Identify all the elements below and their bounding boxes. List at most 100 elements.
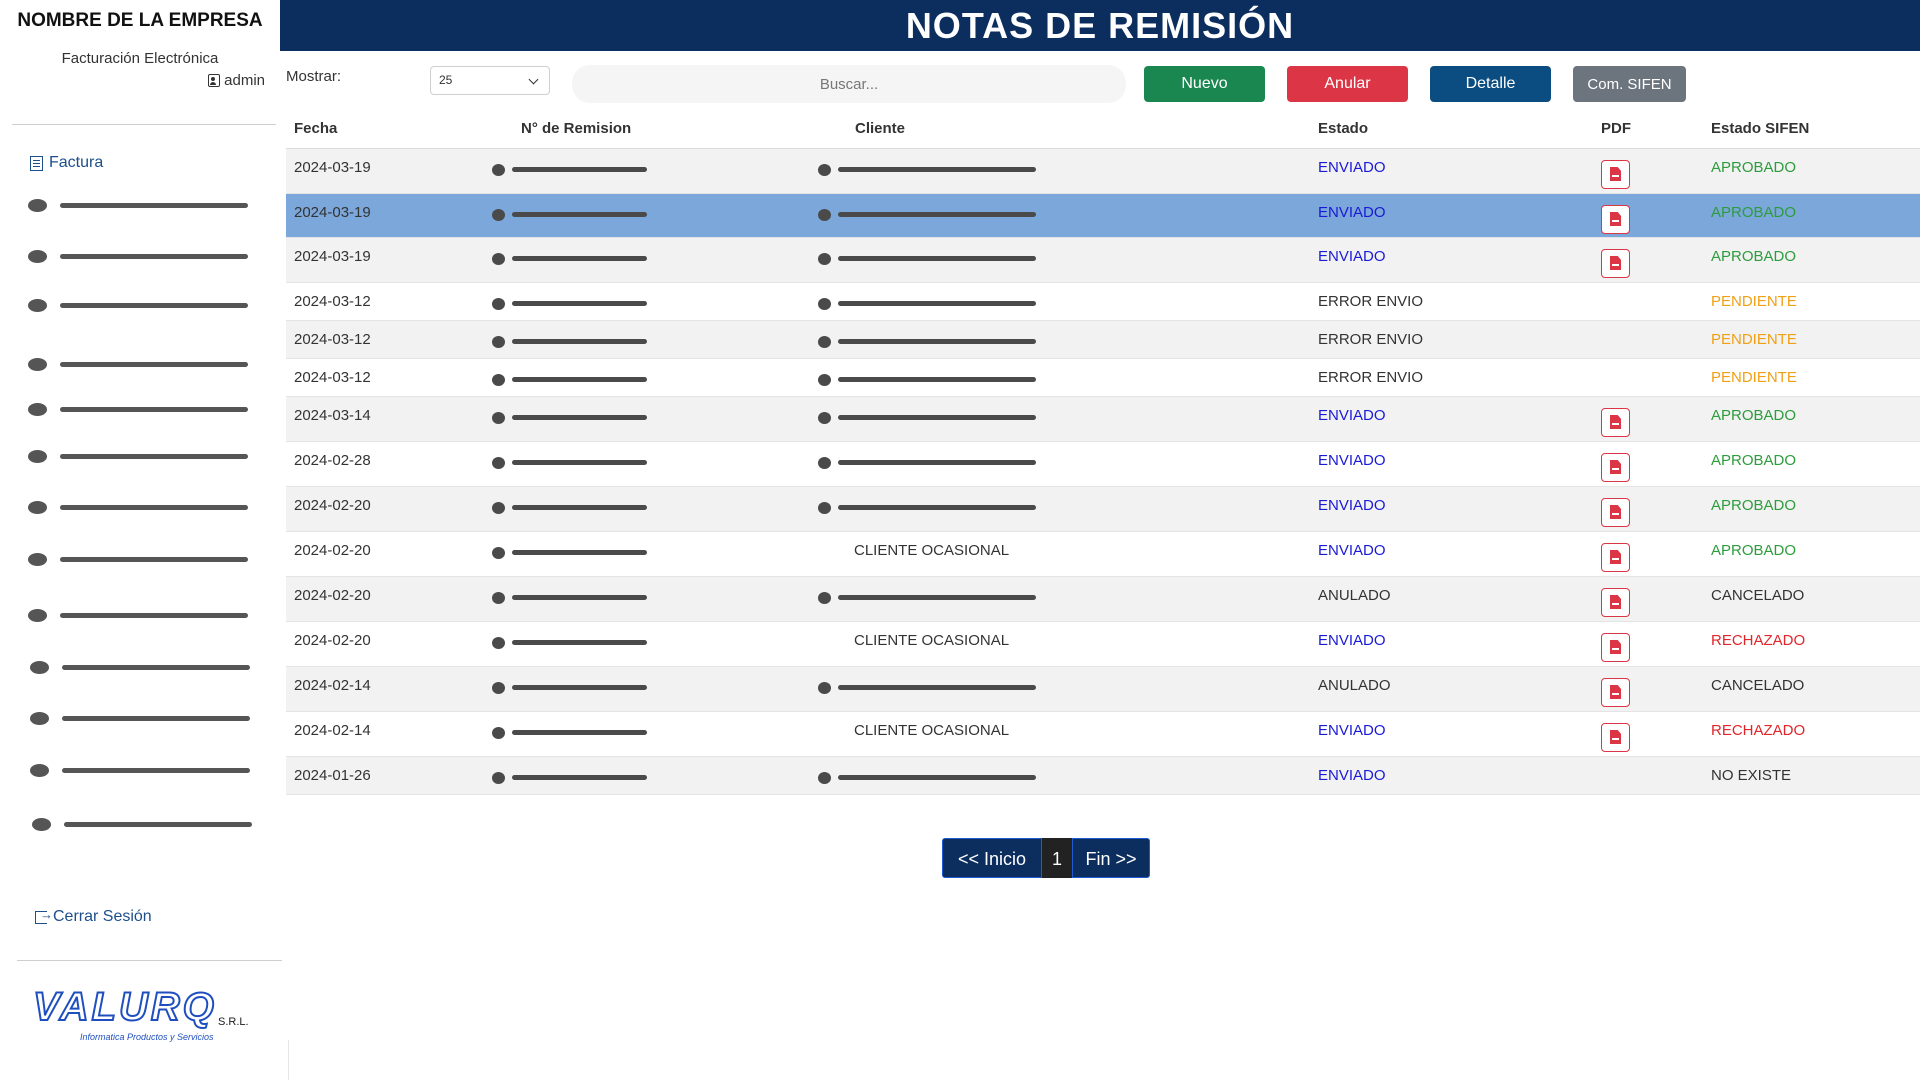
table-row[interactable]: 2024-02-20 ENVIADO APROBADO [286,487,1920,532]
pdf-button[interactable] [1601,205,1630,234]
table-row[interactable]: 2024-02-14 ANULADO CANCELADO [286,667,1920,712]
column-header-estado[interactable]: Estado [1318,120,1368,137]
cell-fecha: 2024-01-26 [294,767,371,784]
cell-fecha: 2024-02-20 [294,542,371,559]
pdf-button[interactable] [1601,633,1630,662]
logout-icon [35,907,53,924]
company-name: NOMBRE DE LA EMPRESA [17,10,263,31]
cell-cliente: CLIENTE OCASIONAL [854,722,1010,739]
new-button[interactable]: Nuevo [1144,66,1265,102]
sidebar-item[interactable] [28,355,258,373]
sidebar-item-factura[interactable]: Factura [30,154,103,172]
sidebar-item[interactable] [28,247,258,265]
sidebar-item[interactable] [28,447,258,465]
pdf-icon [1610,505,1621,519]
sidebar-item[interactable] [28,606,258,624]
cell-numero-redacted [492,163,662,177]
sidebar-item-icon [32,818,51,831]
table-row[interactable]: 2024-02-20 ANULADO CANCELADO [286,577,1920,622]
table-row[interactable]: 2024-03-12 ERROR ENVIO PENDIENTE [286,321,1920,359]
pdf-button[interactable] [1601,678,1630,707]
cell-estado-sifen: RECHAZADO [1711,722,1806,739]
table-row[interactable]: 2024-03-19 ENVIADO APROBADO [286,149,1920,194]
pdf-icon [1610,212,1621,226]
cell-estado: ERROR ENVIO [1318,369,1424,386]
pdf-button[interactable] [1601,723,1630,752]
sidebar-item[interactable] [28,196,258,214]
sidebar-item[interactable] [28,296,258,314]
sidebar-item[interactable] [28,550,258,568]
sidebar-item-icon [28,450,47,463]
sidebar-item[interactable] [28,400,258,418]
logo-word: VALURQ [32,984,217,1030]
logo-srl: S.R.L. [218,1016,249,1028]
app-subtitle: Facturación Electrónica [61,50,219,67]
sidebar-item-label-redacted [60,203,248,208]
page-header: NOTAS DE REMISIÓN [280,0,1920,51]
sidebar-item-icon [28,250,47,263]
sidebar-item-icon [28,553,47,566]
pdf-icon [1610,640,1621,654]
current-user[interactable]: admin [208,72,265,89]
column-header-fecha[interactable]: Fecha [294,120,337,137]
pdf-icon [1610,595,1621,609]
sidebar-item[interactable] [30,709,260,727]
table-row[interactable]: 2024-02-14 CLIENTE OCASIONAL ENVIADO RECHAZ… [286,712,1920,757]
column-header-numero[interactable]: N° de Remision [521,120,631,137]
sidebar-item-label-redacted [60,557,248,562]
pagination-first-button[interactable]: << Inicio [942,838,1042,878]
table-row[interactable]: 2024-03-19 ENVIADO APROBADO [286,194,1920,238]
table-row[interactable]: 2024-03-12 ERROR ENVIO PENDIENTE [286,283,1920,321]
cell-fecha: 2024-03-19 [294,159,371,176]
sidebar-item[interactable] [30,658,260,676]
detail-button[interactable]: Detalle [1430,66,1551,102]
cell-estado-sifen: PENDIENTE [1711,369,1797,386]
void-button[interactable]: Anular [1287,66,1408,102]
search-input[interactable] [572,65,1126,103]
column-header-cliente[interactable]: Cliente [855,120,905,137]
table-row[interactable]: 2024-02-20 CLIENTE OCASIONAL ENVIADO APROBA… [286,532,1920,577]
sidebar-item-label-redacted [60,407,248,412]
pagination-current-page[interactable]: 1 [1042,838,1072,878]
cell-cliente-redacted [818,501,1048,515]
sidebar-item-icon [30,712,49,725]
pdf-button[interactable] [1601,588,1630,617]
cell-estado-sifen: PENDIENTE [1711,331,1797,348]
table-row[interactable]: 2024-02-20 CLIENTE OCASIONAL ENVIADO RECHAZ… [286,622,1920,667]
pdf-button[interactable] [1601,160,1630,189]
logout-link[interactable]: Cerrar Sesión [35,907,152,926]
sidebar-item-label-redacted [62,665,250,670]
table-row[interactable]: 2024-02-28 ENVIADO APROBADO [286,442,1920,487]
cell-estado: ENVIADO [1318,159,1386,176]
cell-estado-sifen: PENDIENTE [1711,293,1797,310]
sidebar: NOMBRE DE LA EMPRESA Facturación Electró… [0,0,282,1080]
page-size-select[interactable]: 25 [430,66,550,95]
sidebar-item-icon [30,661,49,674]
pdf-button[interactable] [1601,408,1630,437]
pdf-button[interactable] [1601,498,1630,527]
sidebar-item-icon [28,299,47,312]
sifen-button[interactable]: Com. SIFEN [1573,66,1686,102]
sidebar-item-icon [28,358,47,371]
table-row[interactable]: 2024-03-14 ENVIADO APROBADO [286,397,1920,442]
pdf-button[interactable] [1601,249,1630,278]
cell-estado-sifen: APROBADO [1711,497,1797,514]
pagination-last-button[interactable]: Fin >> [1072,838,1150,878]
page-title: NOTAS DE REMISIÓN [905,5,1295,46]
cell-fecha: 2024-02-28 [294,452,371,469]
pdf-button[interactable] [1601,453,1630,482]
sidebar-item[interactable] [32,815,262,833]
cell-numero-redacted [492,252,662,266]
sidebar-item[interactable] [30,761,260,779]
column-header-sifen[interactable]: Estado SIFEN [1711,120,1809,137]
cell-numero-redacted [492,726,662,740]
table-row[interactable]: 2024-03-12 ERROR ENVIO PENDIENTE [286,359,1920,397]
table-row[interactable]: 2024-03-19 ENVIADO APROBADO [286,238,1920,283]
sidebar-item-icon [30,764,49,777]
sidebar-item[interactable] [28,498,258,516]
table-row[interactable]: 2024-01-26 ENVIADO NO EXISTE [286,757,1920,795]
column-header-pdf[interactable]: PDF [1601,120,1631,137]
cell-cliente-redacted [818,373,1048,387]
cell-estado-sifen: RECHAZADO [1711,632,1806,649]
pdf-button[interactable] [1601,543,1630,572]
